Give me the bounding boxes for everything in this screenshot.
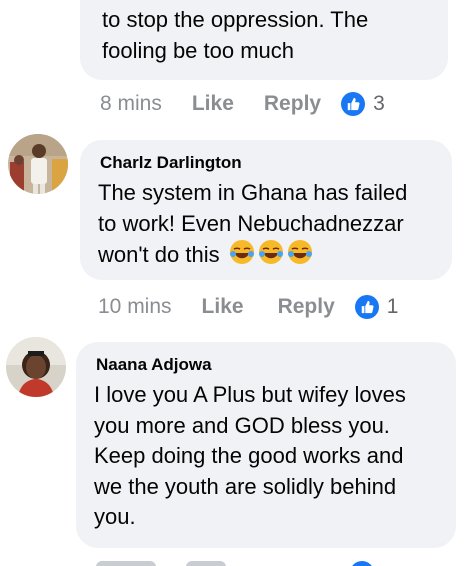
comment-bubble: Naana Adjowa I love you A Plus but wifey…: [76, 342, 456, 548]
laughing-face-icon: [258, 239, 284, 274]
avatar[interactable]: [6, 337, 66, 397]
comment-text: to stop the oppression. The fooling be t…: [102, 7, 369, 63]
comment-text: I love you A Plus but wifey loves you mo…: [94, 382, 406, 529]
comment-meta: 8 mins Like Reply 3: [100, 92, 385, 116]
like-button[interactable]: Like: [202, 295, 244, 319]
reaction-count: 3: [373, 92, 385, 115]
thumbs-up-icon: [341, 92, 366, 116]
reply-button[interactable]: Reply: [264, 92, 321, 116]
thumbs-up-icon: [354, 295, 379, 319]
reaction-count: 1: [386, 295, 399, 318]
avatar[interactable]: [8, 134, 68, 194]
thumbs-up-icon: [350, 561, 374, 566]
laughing-face-icon: [229, 239, 255, 274]
reply-button[interactable]: Reply: [278, 295, 335, 319]
comment-bubble: to stop the oppression. The fooling be t…: [80, 0, 448, 80]
comment-author[interactable]: Naana Adjowa: [96, 355, 212, 375]
comment-meta: 10 mins Like Reply 1: [98, 295, 398, 319]
comment-meta-cutoff: [96, 561, 356, 566]
comment-bubble: Charlz Darlington The system in Ghana ha…: [80, 140, 452, 280]
laughing-face-icon: [287, 239, 313, 274]
comment-time: 8 mins: [100, 92, 162, 115]
like-button[interactable]: Like: [192, 92, 234, 116]
comment-text: The system in Ghana has failed to work! …: [98, 178, 407, 274]
comment-author[interactable]: Charlz Darlington: [100, 153, 242, 173]
comment-time: 10 mins: [98, 295, 172, 318]
